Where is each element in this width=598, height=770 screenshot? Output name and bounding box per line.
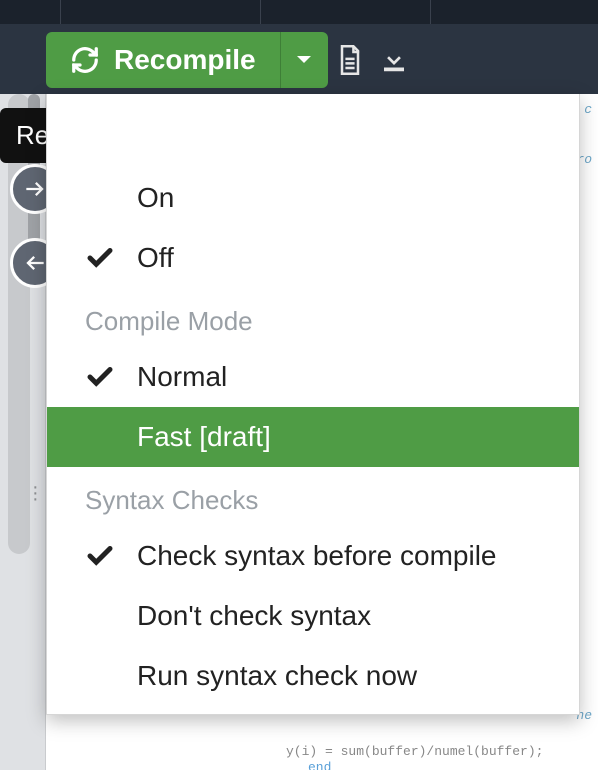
code-fragment: y(i) = sum(buffer)/numel(buffer); (286, 744, 543, 759)
compile-mode-fast-item[interactable]: Fast [draft] (47, 407, 579, 467)
menu-item-label: Don't check syntax (137, 600, 579, 632)
syntax-run-now-item[interactable]: Run syntax check now (47, 646, 579, 706)
menu-item-label: Off (137, 242, 579, 274)
autocompile-off-item[interactable]: Off (47, 228, 579, 288)
check-icon (85, 243, 137, 273)
check-icon (85, 541, 137, 571)
refresh-icon (70, 45, 100, 75)
recompile-label: Recompile (114, 44, 256, 76)
menu-item-label: On (137, 182, 579, 214)
recompile-dropdown-menu: On Off Compile Mode Normal Fast [draft] … (46, 94, 580, 715)
arrow-left-icon (22, 250, 48, 276)
autocompile-on-item[interactable]: On (47, 168, 579, 228)
recompile-button-group: Recompile (46, 32, 416, 88)
recompile-dropdown-toggle[interactable] (280, 32, 328, 88)
section-compile-mode: Compile Mode (47, 288, 579, 347)
check-icon (85, 362, 137, 392)
download-icon (379, 45, 409, 75)
code-fragment: end (308, 760, 331, 770)
arrow-right-icon (22, 176, 48, 202)
syntax-check-before-item[interactable]: Check syntax before compile (47, 526, 579, 586)
toolbar-divider (60, 0, 61, 24)
gutter-drag-handle[interactable]: ··· (32, 484, 39, 502)
toolbar-divider (260, 0, 261, 24)
file-icon (336, 44, 364, 76)
compile-mode-normal-item[interactable]: Normal (47, 347, 579, 407)
menu-item-label: Fast [draft] (137, 421, 579, 453)
view-logs-button[interactable] (328, 32, 372, 88)
menu-item-label: Check syntax before compile (137, 540, 579, 572)
download-pdf-button[interactable] (372, 32, 416, 88)
syntax-dont-check-item[interactable]: Don't check syntax (47, 586, 579, 646)
recompile-button[interactable]: Recompile (46, 32, 280, 88)
gutter-track (8, 94, 30, 554)
toolbar-divider (430, 0, 431, 24)
top-toolbar (0, 0, 598, 24)
section-syntax-checks: Syntax Checks (47, 467, 579, 526)
menu-item-label: Run syntax check now (137, 660, 579, 692)
menu-item-label: Normal (137, 361, 579, 393)
caret-down-icon (296, 55, 312, 65)
